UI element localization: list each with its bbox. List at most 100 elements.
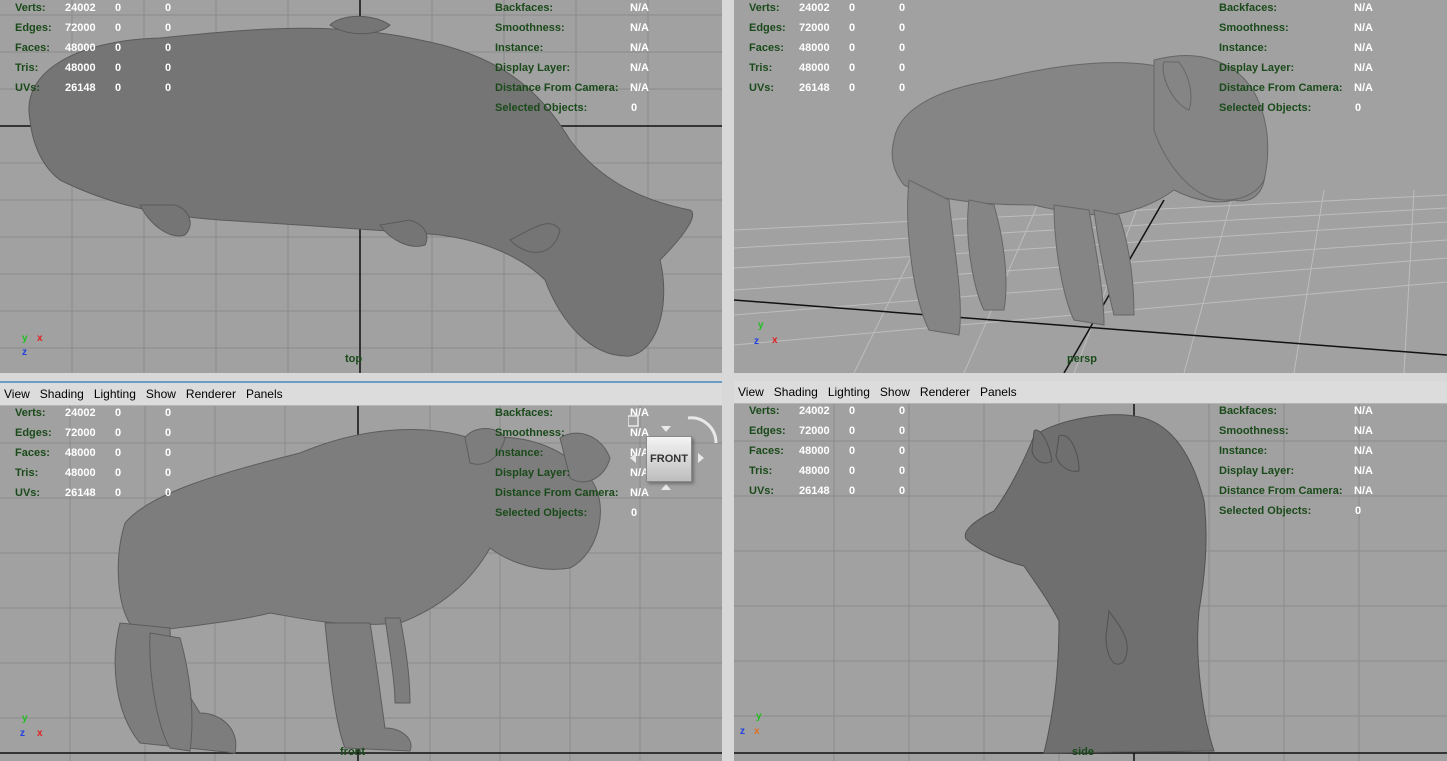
- hud-value: 48000: [799, 445, 830, 457]
- hud-value: N/A: [1354, 425, 1373, 437]
- hud-value: 24002: [799, 405, 830, 417]
- hud-value: 0: [165, 42, 172, 54]
- hud-value: 0: [115, 427, 122, 439]
- hud-value: 0: [115, 42, 122, 54]
- side-viewport[interactable]: View Shading Lighting Show Renderer Pane…: [734, 381, 1447, 761]
- menu-renderer[interactable]: Renderer: [920, 385, 970, 399]
- menu-view[interactable]: View: [738, 385, 764, 399]
- hud-label: UVs:: [15, 82, 41, 94]
- hud-value: N/A: [1354, 42, 1373, 54]
- x-axis-label: x: [772, 335, 778, 346]
- top-viewport[interactable]: Verts: 24002 0 0 Edges: 72000 0 0 Faces: 48000 0…: [0, 0, 722, 373]
- hud-label: Instance:: [495, 447, 544, 459]
- persp-viewport[interactable]: Verts: 24002 0 0 Edges: 72000 0 0 Faces: 48000 0…: [734, 0, 1447, 373]
- hyena-model-top: [28, 15, 694, 357]
- menu-renderer[interactable]: Renderer: [186, 387, 236, 401]
- hud-value: 0: [899, 485, 906, 497]
- hud-label: Edges:: [749, 22, 786, 34]
- hud-value: 72000: [65, 427, 96, 439]
- hud-value: N/A: [1354, 62, 1373, 74]
- hud-value: 0: [631, 507, 638, 519]
- hud-label: Tris:: [749, 465, 773, 477]
- hud-value: 0: [849, 445, 856, 457]
- hud-value: 0: [115, 447, 122, 459]
- hud-value: 48000: [799, 62, 830, 74]
- hud-value: 48000: [65, 42, 96, 54]
- hud-value: 48000: [65, 62, 96, 74]
- camera-label: side: [1072, 746, 1095, 758]
- hud-label: Verts:: [749, 2, 780, 14]
- menu-panels[interactable]: Panels: [246, 387, 283, 401]
- hud-label: Faces:: [749, 445, 784, 457]
- hud-value: 26148: [65, 487, 96, 499]
- y-axis-label: y: [758, 320, 764, 331]
- camera-label: persp: [1067, 353, 1097, 365]
- menu-shading[interactable]: Shading: [774, 385, 818, 399]
- hud-value: 26148: [799, 485, 830, 497]
- side-panel-menubar: View Shading Lighting Show Renderer Pane…: [734, 381, 1447, 404]
- hud-value: 0: [165, 62, 172, 74]
- hud-value: 0: [1355, 102, 1362, 114]
- hud-value: 0: [165, 447, 172, 459]
- hud-label: Faces:: [749, 42, 784, 54]
- hud-value: 0: [849, 82, 856, 94]
- hud-value: 0: [849, 465, 856, 477]
- hud-value: 0: [1355, 505, 1362, 517]
- hud-value: 24002: [65, 2, 96, 14]
- hud-value: N/A: [1354, 22, 1373, 34]
- hud-value: N/A: [1354, 445, 1373, 457]
- hud-value: 0: [165, 407, 172, 419]
- hud-value: 0: [849, 485, 856, 497]
- front-viewport[interactable]: View Shading Lighting Show Renderer Pane…: [0, 381, 722, 761]
- hud-value: 0: [115, 82, 122, 94]
- viewcube[interactable]: FRONT: [628, 408, 720, 496]
- hud-label: Distance From Camera:: [495, 82, 619, 94]
- hud-value: 48000: [65, 467, 96, 479]
- hud-label: Instance:: [1219, 445, 1268, 457]
- menu-show[interactable]: Show: [146, 387, 176, 401]
- hud-value: N/A: [630, 2, 649, 14]
- hud-value: N/A: [1354, 485, 1373, 497]
- viewcube-front-face[interactable]: FRONT: [646, 436, 692, 482]
- front-grid: [0, 405, 722, 761]
- hud-label: Distance From Camera:: [1219, 82, 1343, 94]
- hud-label: Display Layer:: [495, 62, 571, 74]
- hud-label: Smoothness:: [1219, 22, 1289, 34]
- menu-panels[interactable]: Panels: [980, 385, 1017, 399]
- hud-label: Verts:: [749, 405, 780, 417]
- hud-value: 0: [899, 2, 906, 14]
- menu-lighting[interactable]: Lighting: [828, 385, 870, 399]
- camera-label: front: [340, 746, 366, 758]
- menu-lighting[interactable]: Lighting: [94, 387, 136, 401]
- y-axis-label: y: [22, 333, 28, 344]
- y-axis-label: y: [22, 713, 28, 724]
- x-axis-label: x: [37, 333, 43, 344]
- hud-value: 48000: [65, 447, 96, 459]
- y-axis-label: y: [756, 711, 762, 722]
- hud-label: Edges:: [15, 427, 52, 439]
- hud-value: 0: [899, 405, 906, 417]
- hud-value: 48000: [799, 465, 830, 477]
- hyena-model-side: [964, 414, 1215, 754]
- hud-value: N/A: [630, 82, 649, 94]
- menu-show[interactable]: Show: [880, 385, 910, 399]
- menu-view[interactable]: View: [4, 387, 30, 401]
- hud-label: Display Layer:: [495, 467, 571, 479]
- hud-value: 72000: [799, 425, 830, 437]
- z-axis-label: z: [20, 728, 25, 739]
- z-axis-label: z: [22, 347, 27, 358]
- hud-value: 0: [849, 2, 856, 14]
- hud-value: 0: [165, 2, 172, 14]
- hud-label: UVs:: [749, 82, 775, 94]
- hud-value: 0: [849, 62, 856, 74]
- hud-label: Verts:: [15, 407, 46, 419]
- z-axis-label: z: [740, 726, 745, 737]
- hud-label: Instance:: [1219, 42, 1268, 54]
- hud-label: Backfaces:: [495, 407, 554, 419]
- hud-label: Backfaces:: [1219, 2, 1278, 14]
- hud-value: 24002: [799, 2, 830, 14]
- hud-value: 24002: [65, 407, 96, 419]
- hud-value: 0: [165, 467, 172, 479]
- menu-shading[interactable]: Shading: [40, 387, 84, 401]
- hud-value: 0: [115, 407, 122, 419]
